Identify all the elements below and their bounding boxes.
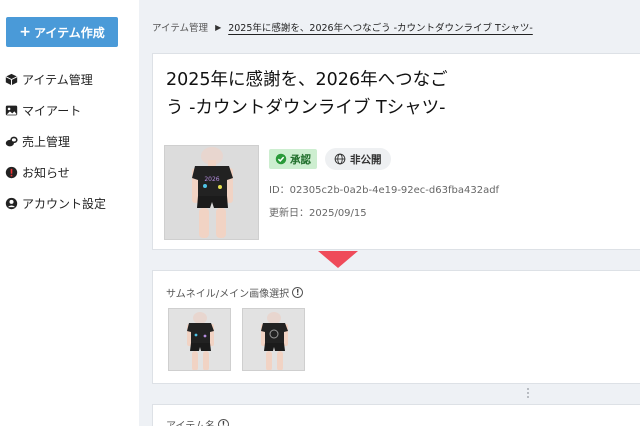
page-title-line-1: 2025年に感謝を、2026年へつなご (166, 70, 448, 90)
thumbnail-back[interactable] (242, 308, 305, 371)
create-item-label: アイテム作成 (33, 25, 105, 40)
status-badges: 承認 非公開 (269, 148, 391, 170)
alert-marker (318, 251, 358, 268)
alert-icon (4, 166, 18, 180)
sidebar-item-item-management[interactable]: アイテム管理 (4, 64, 106, 95)
check-circle-icon (275, 153, 287, 165)
svg-text:2026: 2026 (204, 176, 219, 183)
create-item-button[interactable]: + アイテム作成 (6, 17, 118, 47)
info-icon[interactable]: ! (218, 419, 229, 426)
status-approved-label: 承認 (290, 153, 311, 166)
sidebar-item-label: お知らせ (22, 166, 70, 180)
breadcrumb-parent[interactable]: アイテム管理 (152, 20, 208, 34)
sidebar-item-notices[interactable]: お知らせ (4, 157, 106, 188)
status-private-label: 非公開 (350, 153, 382, 166)
user-icon (4, 197, 18, 211)
item-updated-date: 更新日：2025/09/15 (269, 208, 367, 219)
item-id: ID：02305c2b-0a2b-4e19-92ec-d63fba432adf (269, 185, 500, 196)
thumbnail-section-label: サムネイル/メイン画像選択 ! (166, 285, 304, 300)
image-icon (4, 104, 18, 118)
sidebar-item-label: 売上管理 (22, 135, 71, 149)
thumbnail-section-title: サムネイル/メイン画像選択 (166, 289, 290, 300)
thumbnail-front[interactable] (168, 308, 231, 371)
item-name-section-label: アイテム名 ! (166, 417, 229, 426)
status-badge-approved: 承認 (269, 149, 317, 169)
cube-icon (4, 73, 18, 87)
globe-icon (334, 153, 346, 165)
sidebar-item-account-settings[interactable]: アカウント設定 (4, 188, 106, 219)
plus-icon: + (19, 24, 31, 40)
sidebar-item-label: アイテム管理 (22, 73, 93, 87)
item-main-image: 2026 (164, 145, 259, 240)
divider-dots (527, 388, 531, 398)
thumbnail-selection-card: サムネイル/メイン画像選択 ! (152, 270, 640, 384)
breadcrumb-current: 2025年に感謝を、2026年へつなごう -カウントダウンライブ Tシャツ- (228, 23, 533, 34)
item-summary-card: 2025年に感謝を、2026年へつなご う -カウントダウンライブ Tシャツ- … (152, 53, 640, 250)
caret-right-icon: ▶ (215, 22, 222, 32)
status-badge-private: 非公開 (325, 148, 391, 170)
item-name-title: アイテム名 (166, 417, 215, 426)
sidebar-item-sales[interactable]: 売上管理 (4, 126, 106, 157)
coins-icon (4, 135, 18, 149)
page-title: 2025年に感謝を、2026年へつなご う -カウントダウンライブ Tシャツ- (166, 66, 506, 122)
sidebar-item-label: マイアート (22, 104, 82, 118)
sidebar-item-label: アカウント設定 (22, 197, 107, 211)
sidebar-item-my-art[interactable]: マイアート (4, 95, 106, 126)
info-icon[interactable]: ! (292, 287, 304, 298)
sidebar-nav: アイテム管理 マイアート 売上管理 お知らせ アカウント設定 (4, 64, 106, 219)
sidebar: + アイテム作成 アイテム管理 マイアート 売上管理 お知らせ アカウント設定 (0, 0, 139, 426)
page-title-line-2: う -カウントダウンライブ Tシャツ- (166, 98, 446, 118)
item-name-card: アイテム名 ! (152, 404, 640, 426)
breadcrumb: アイテム管理 ▶ 2025年に感謝を、2026年へつなごう -カウントダウンライ… (152, 18, 533, 36)
